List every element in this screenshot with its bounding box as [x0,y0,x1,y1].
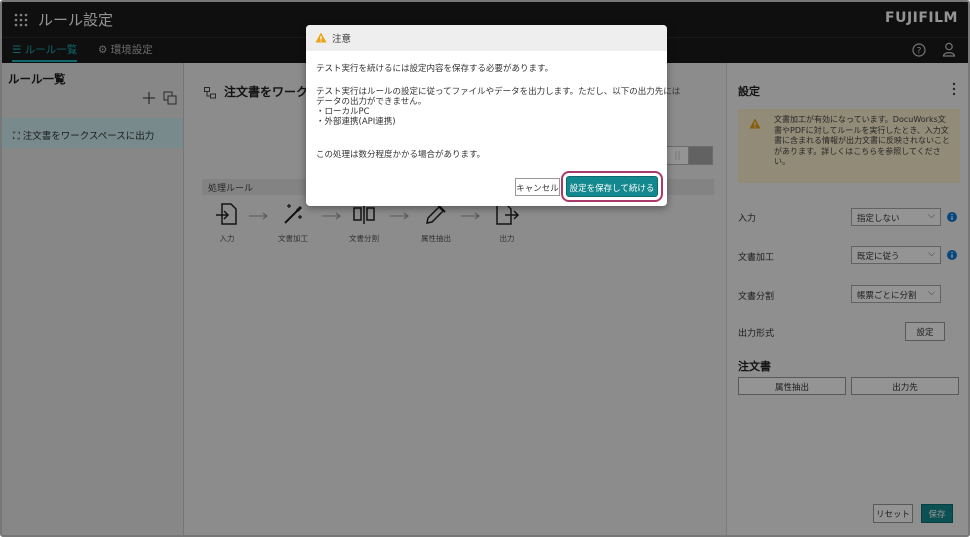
dialog-title: 注意 [332,34,352,45]
dialog-detail-line: ・ローカルPC [316,107,370,117]
dialog-details: テスト実行はルールの設定に従ってファイルやデータを出力します。ただし、以下の出力… [316,87,681,127]
dialog-detail-line: テスト実行はルールの設定に従ってファイルやデータを出力します。ただし、以下の出力… [316,87,681,97]
save-and-continue-button[interactable]: 設定を保存して続ける [566,176,658,197]
confirmation-dialog: 注意 テスト実行を続けるには設定内容を保存する必要があります。 テスト実行はルー… [306,25,681,206]
app-window: ルール設定 FUJIFILM ☰ ルール一覧 ⚙ 環境設定 ? ルール一覧 ⛶ … [0,0,970,537]
dialog-message: テスト実行を続けるには設定内容を保存する必要があります。 [316,64,554,74]
dialog-detail-line: データの出力ができません。 [316,97,427,107]
cancel-button[interactable]: キャンセル [515,178,560,196]
dialog-header: 注意 [306,25,667,51]
dialog-duration-note: この処理は数分程度かかる場合があります。 [316,150,486,160]
warning-icon [315,32,327,43]
dialog-detail-line: ・外部連携(API連携) [316,117,396,127]
